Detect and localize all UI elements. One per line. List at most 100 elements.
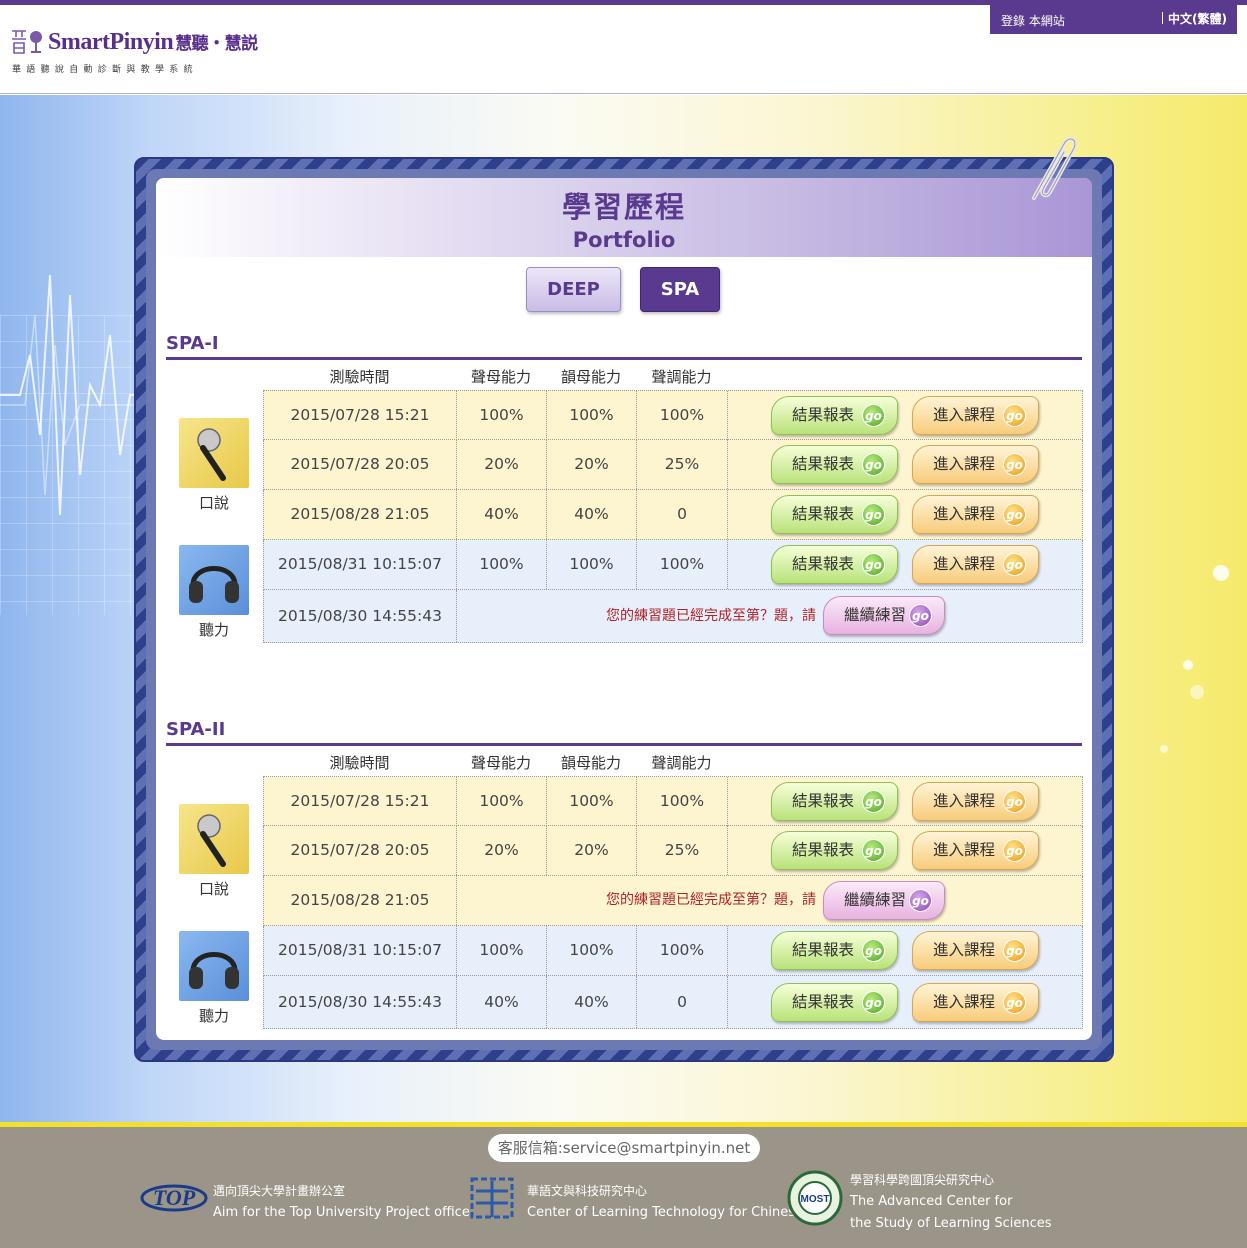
tone-score: 25% — [637, 826, 728, 875]
course-button[interactable]: 進入課程 go — [912, 931, 1039, 970]
course-button[interactable]: 進入課程 go — [912, 445, 1039, 484]
paperclip-icon — [1032, 137, 1077, 200]
tone-score: 100% — [637, 540, 728, 589]
tab-spa[interactable]: SPA — [640, 267, 720, 312]
go-icon: go — [862, 790, 885, 813]
report-button[interactable]: 結果報表 go — [771, 983, 898, 1022]
progress-message-text: 您的練習題已經完成至第？題，請 — [606, 608, 816, 624]
test-time: 2015/08/30 14:55:43 — [264, 976, 457, 1028]
logo-text: SmartPinyin 慧聽・慧説 — [48, 29, 258, 55]
test-time: 2015/07/28 20:05 — [264, 440, 457, 489]
course-button[interactable]: 進入課程 go — [912, 495, 1039, 534]
course-button[interactable]: 進入課程 go — [912, 396, 1039, 435]
org-top-office[interactable]: 邁向頂尖大學計畫辦公室 Aim for the Top University P… — [213, 1180, 470, 1224]
final-score: 100% — [547, 391, 637, 440]
row-actions: 結果報表 go 進入課程 go — [728, 826, 1082, 875]
header: SmartPinyin 慧聽・慧説 華語聽說自動診斷與教學系統 登錄 本網站 中文… — [0, 5, 1247, 94]
org-name-en-line1: The Advanced Center for — [850, 1194, 1013, 1209]
table-row: 2015/08/31 10:15:07 100% 100% 100% 結果報表 g… — [263, 540, 1083, 590]
microphone-icon — [179, 804, 249, 874]
report-button[interactable]: 結果報表 go — [771, 445, 898, 484]
continue-button[interactable]: 繼續練習 go — [823, 881, 945, 920]
progress-message-cell: 您的練習題已經完成至第？題，請 繼續練習 go — [457, 590, 1082, 642]
top-logo-text: TOP — [153, 1185, 196, 1210]
progress-message: 您的練習題已經完成至第？題，請 繼續練習 go — [457, 876, 1082, 925]
table-row: 2015/08/28 21:05 您的練習題已經完成至第？題，請 繼續練習 go — [263, 876, 1083, 926]
org-name-cn: 華語文與科技研究中心 — [527, 1184, 648, 1198]
bokeh-dot — [1190, 685, 1204, 699]
course-button[interactable]: 進入課程 go — [912, 983, 1039, 1022]
tab-deep[interactable]: DEEP — [526, 267, 621, 312]
final-score: 20% — [547, 826, 637, 875]
final-score: 40% — [547, 490, 637, 539]
table-row: 2015/07/28 15:21 100% 100% 100% 結果報表 go 進… — [263, 390, 1083, 440]
course-button[interactable]: 進入課程 go — [912, 545, 1039, 584]
col-header-final: 韻母能力 — [560, 754, 621, 772]
test-time: 2015/08/30 14:55:43 — [264, 590, 457, 642]
bokeh-dot — [1183, 660, 1193, 670]
test-time: 2015/08/31 10:15:07 — [264, 540, 457, 589]
go-icon: go — [1003, 553, 1026, 576]
continue-button[interactable]: 繼續練習 go — [823, 596, 945, 635]
site-logo[interactable]: SmartPinyin 慧聽・慧説 華語聽說自動診斷與教學系統 — [8, 25, 278, 77]
report-button[interactable]: 結果報表 go — [771, 931, 898, 970]
report-button[interactable]: 結果報表 go — [771, 396, 898, 435]
col-header-tone: 聲調能力 — [651, 368, 712, 386]
org-name-en: Center of Learning Technology for Chines… — [527, 1205, 804, 1220]
col-header-initial: 聲母能力 — [470, 754, 531, 772]
org-clcc[interactable]: 華語文與科技研究中心 Center of Learning Technology… — [527, 1180, 803, 1224]
most-logo[interactable]: MOST — [784, 1170, 846, 1226]
user-bar: 登錄 本網站 中文(繁體) — [990, 5, 1237, 34]
go-icon: go — [1003, 839, 1026, 862]
test-time: 2015/08/28 21:05 — [264, 876, 457, 925]
clcc-logo[interactable] — [466, 1175, 518, 1221]
report-button[interactable]: 結果報表 go — [771, 495, 898, 534]
initial-score: 20% — [457, 440, 547, 489]
org-name-en: Aim for the Top University Project offic… — [213, 1205, 470, 1220]
speaking-label: 口說 — [198, 494, 229, 512]
test-time: 2015/07/28 20:05 — [264, 826, 457, 875]
go-icon: go — [909, 604, 932, 627]
bokeh-dot — [1213, 565, 1229, 581]
go-icon: go — [862, 991, 885, 1014]
headphones-icon — [179, 545, 249, 615]
initial-score: 100% — [457, 777, 547, 826]
org-learning-sciences[interactable]: 學習科學跨國頂尖研究中心 The Advanced Center for the… — [850, 1169, 1052, 1235]
tone-score: 100% — [637, 391, 728, 440]
go-icon: go — [1003, 790, 1026, 813]
initial-score: 20% — [457, 826, 547, 875]
go-icon: go — [862, 453, 885, 476]
go-icon: go — [1003, 991, 1026, 1014]
title-bar: 學習歷程 Portfolio — [156, 178, 1092, 257]
logo-microphone-icon — [12, 30, 42, 54]
go-icon: go — [862, 503, 885, 526]
go-icon: go — [1003, 939, 1026, 962]
test-time: 2015/08/31 10:15:07 — [264, 926, 457, 975]
section-divider — [166, 357, 1082, 360]
service-email[interactable]: 客服信箱:service@smartpinyin.net — [488, 1134, 760, 1162]
org-name-cn: 邁向頂尖大學計畫辦公室 — [213, 1184, 346, 1198]
report-button[interactable]: 結果報表 go — [771, 782, 898, 821]
final-score: 100% — [547, 540, 637, 589]
language-selector[interactable]: 中文(繁體) — [1162, 10, 1227, 27]
initial-score: 40% — [457, 490, 547, 539]
login-link[interactable]: 登錄 本網站 — [1001, 12, 1065, 29]
progress-message-text: 您的練習題已經完成至第？題，請 — [606, 892, 816, 908]
progress-message: 您的練習題已經完成至第？題，請 繼續練習 go — [457, 590, 1082, 639]
course-button[interactable]: 進入課程 go — [912, 831, 1039, 870]
course-button[interactable]: 進入課程 go — [912, 782, 1039, 821]
report-button[interactable]: 結果報表 go — [771, 831, 898, 870]
tone-score: 25% — [637, 440, 728, 489]
col-header-time: 測驗時間 — [329, 368, 390, 386]
listening-label: 聽力 — [198, 621, 229, 639]
page-title-en: Portfolio — [572, 228, 676, 252]
go-icon: go — [862, 553, 885, 576]
progress-message-cell: 您的練習題已經完成至第？題，請 繼續練習 go — [457, 876, 1082, 925]
initial-score: 100% — [457, 391, 547, 440]
row-actions: 結果報表 go 進入課程 go — [728, 391, 1082, 440]
bokeh-dot — [1160, 745, 1168, 753]
top-university-logo[interactable]: TOP — [140, 1183, 208, 1213]
report-button[interactable]: 結果報表 go — [771, 545, 898, 584]
col-header-final: 韻母能力 — [560, 368, 621, 386]
section-title: SPA-II — [166, 719, 226, 740]
